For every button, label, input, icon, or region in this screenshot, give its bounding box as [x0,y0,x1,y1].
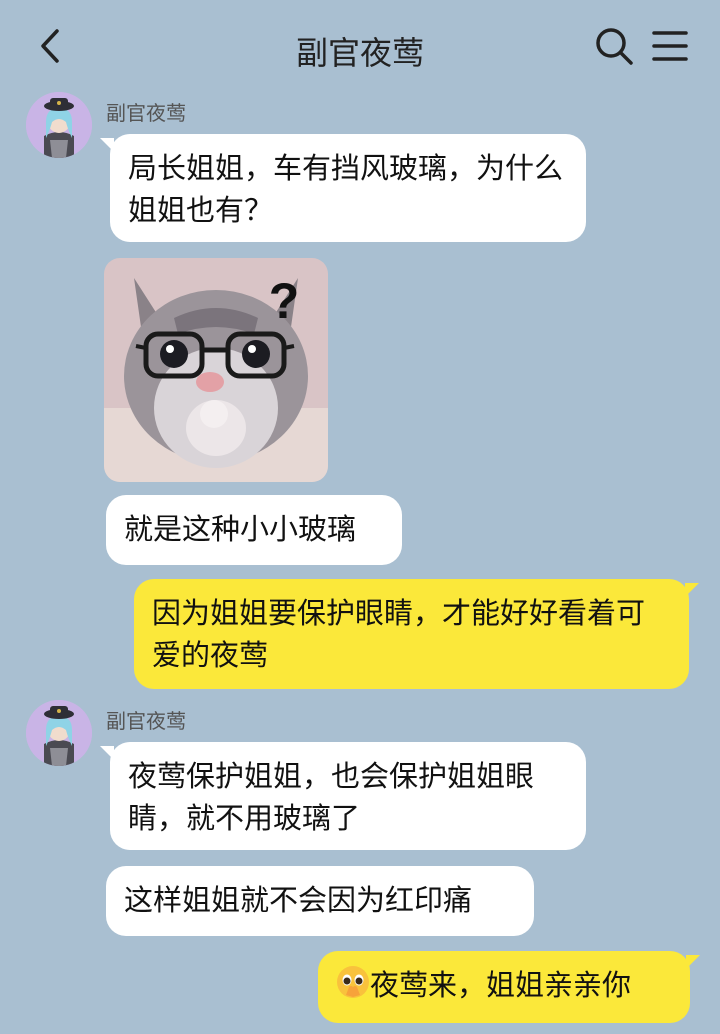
pleading-face-emoji-icon [336,965,370,1010]
message-bubble-outgoing[interactable]: 夜莺来，姐姐亲亲你 [318,951,700,1023]
back-button[interactable] [30,24,74,68]
message-text: 夜莺保护姐姐，也会保护姐姐眼睛，就不用玻璃了 [128,759,535,835]
menu-button[interactable] [648,24,692,68]
sender-name: 副官夜莺 [106,101,186,125]
message-bubble-outgoing[interactable]: 因为姐姐要保护眼睛，才能好好看着可爱的夜莺 [134,579,699,689]
message-text: 这样姐姐就不会因为红印痛 [124,883,473,917]
cat-with-glasses-sticker-icon: ? [104,258,328,482]
sticker-question-mark: ? [269,273,300,329]
search-icon [596,28,633,65]
bubble-tail [100,746,114,760]
hamburger-menu-icon [652,31,688,61]
message-text: 就是这种小小玻璃 [124,512,357,546]
message-bubble-incoming[interactable]: 夜莺保护姐姐，也会保护姐姐眼睛，就不用玻璃了 [100,742,586,850]
chat-header: 副官夜莺 [0,0,720,92]
message-text: 局长姐姐，车有挡风玻璃，为什么姐姐也有？ [128,151,564,227]
search-button[interactable] [592,24,636,68]
message-bubble-incoming[interactable]: 就是这种小小玻璃 [106,495,402,565]
avatar-character-icon [26,700,92,766]
message-bubble-incoming[interactable]: 这样姐姐就不会因为红印痛 [106,866,534,936]
avatar-character-icon [26,92,92,158]
message-text: 夜莺来，姐姐亲亲你 [370,968,632,1002]
message-bubble-incoming[interactable]: 局长姐姐，车有挡风玻璃，为什么姐姐也有？ [100,134,586,242]
avatar[interactable] [26,92,92,158]
bubble-tail [100,138,114,152]
message-text: 因为姐姐要保护眼睛，才能好好看着可爱的夜莺 [152,596,646,672]
avatar[interactable] [26,700,92,766]
chevron-left-icon [41,29,59,63]
bubble-tail [686,955,700,969]
bubble-tail [685,583,699,597]
sender-name: 副官夜莺 [106,709,186,733]
sticker-message[interactable]: ? [104,258,328,482]
